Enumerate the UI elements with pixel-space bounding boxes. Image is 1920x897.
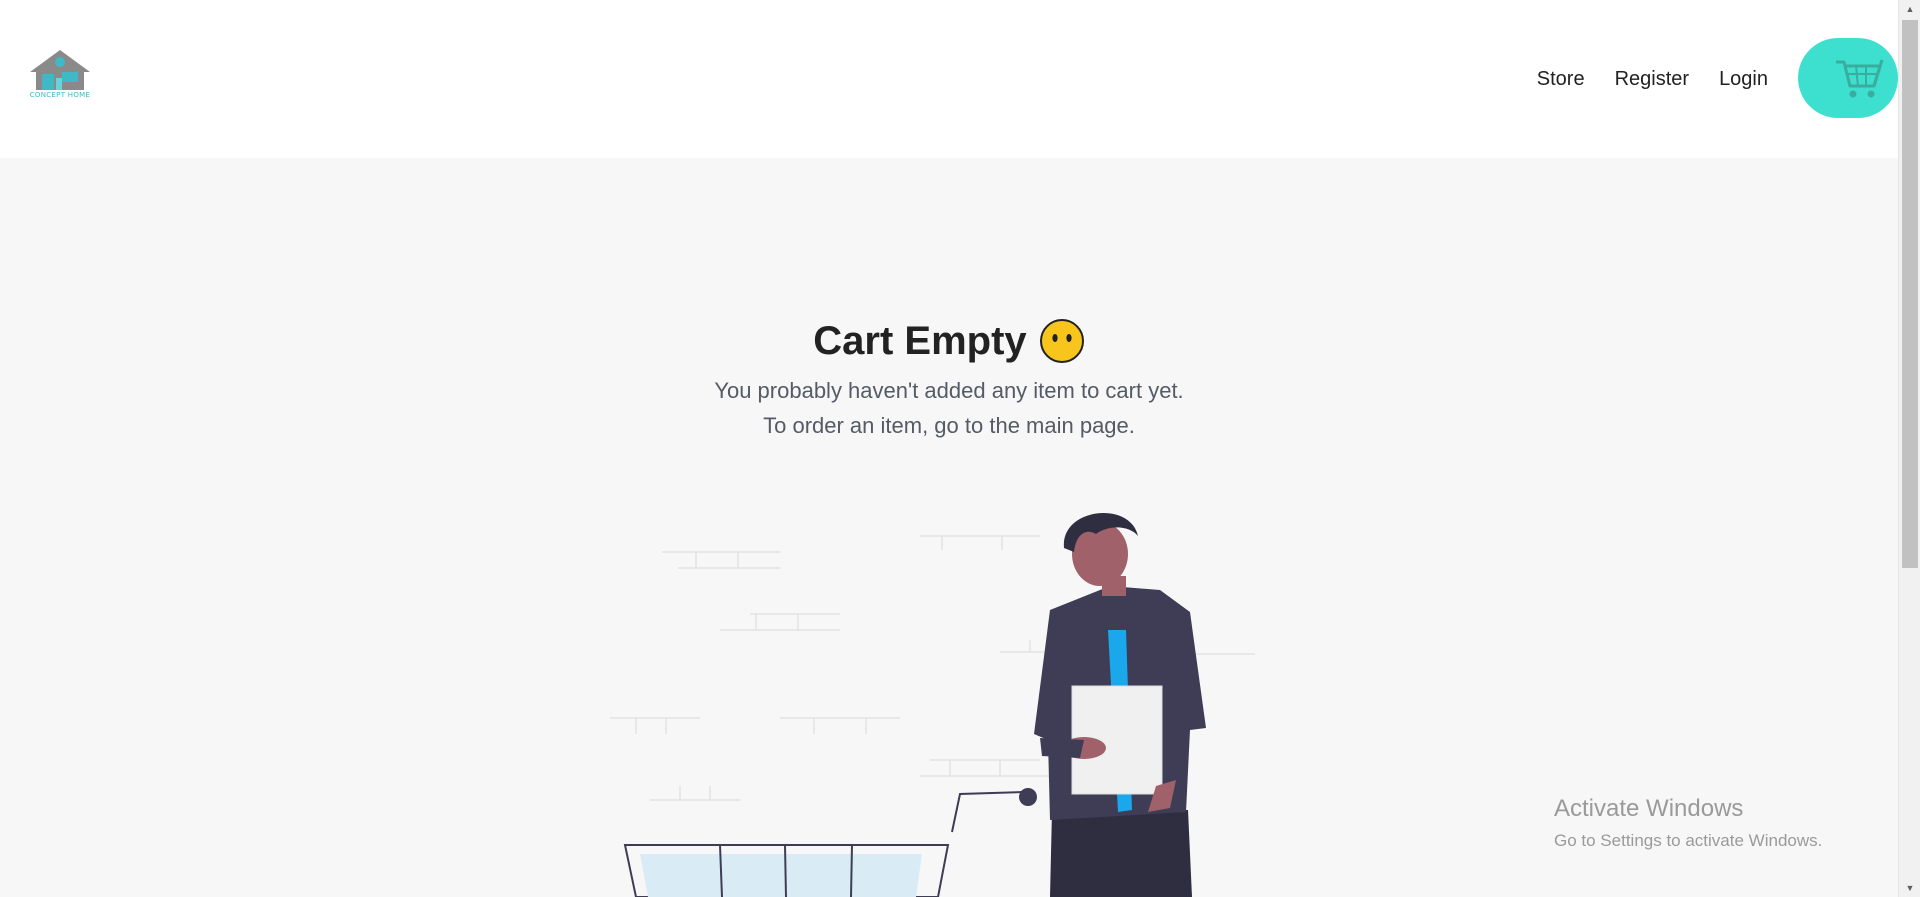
empty-cart-message: You probably haven't added any item to c… (714, 378, 1184, 403)
logo[interactable]: CONCEPT HOME (22, 48, 98, 100)
scroll-down-arrow-icon[interactable]: ▼ (1899, 879, 1920, 897)
nav-register[interactable]: Register (1615, 68, 1689, 91)
house-logo-icon (30, 50, 90, 90)
vertical-scrollbar[interactable]: ▲ ▼ (1898, 0, 1920, 897)
site-header: CONCEPT HOME Store Register Login (0, 0, 1898, 158)
empty-cart-illustration (610, 513, 1255, 897)
nav-store[interactable]: Store (1537, 68, 1585, 91)
watermark-subtitle: Go to Settings to activate Windows. (1554, 831, 1823, 850)
shopping-cart-icon (1836, 59, 1884, 98)
neutral-face-icon (1039, 319, 1084, 363)
scrollbar-thumb[interactable] (1902, 20, 1918, 568)
watermark-title: Activate Windows (1554, 795, 1744, 822)
empty-cart-heading: Cart Empty (0, 318, 1898, 364)
windows-activation-watermark: Activate Windows Go to Settings to activ… (1554, 795, 1822, 851)
scroll-up-arrow-icon[interactable]: ▲ (1899, 0, 1920, 18)
nav-login[interactable]: Login (1719, 68, 1768, 91)
page-title: Cart Empty (813, 318, 1027, 363)
empty-cart-instruction: To order an item, go to the main page. (763, 413, 1135, 438)
logo-text: CONCEPT HOME (29, 91, 91, 99)
main-nav: Store Register Login (1507, 66, 1768, 92)
cart-button[interactable] (1798, 38, 1898, 118)
